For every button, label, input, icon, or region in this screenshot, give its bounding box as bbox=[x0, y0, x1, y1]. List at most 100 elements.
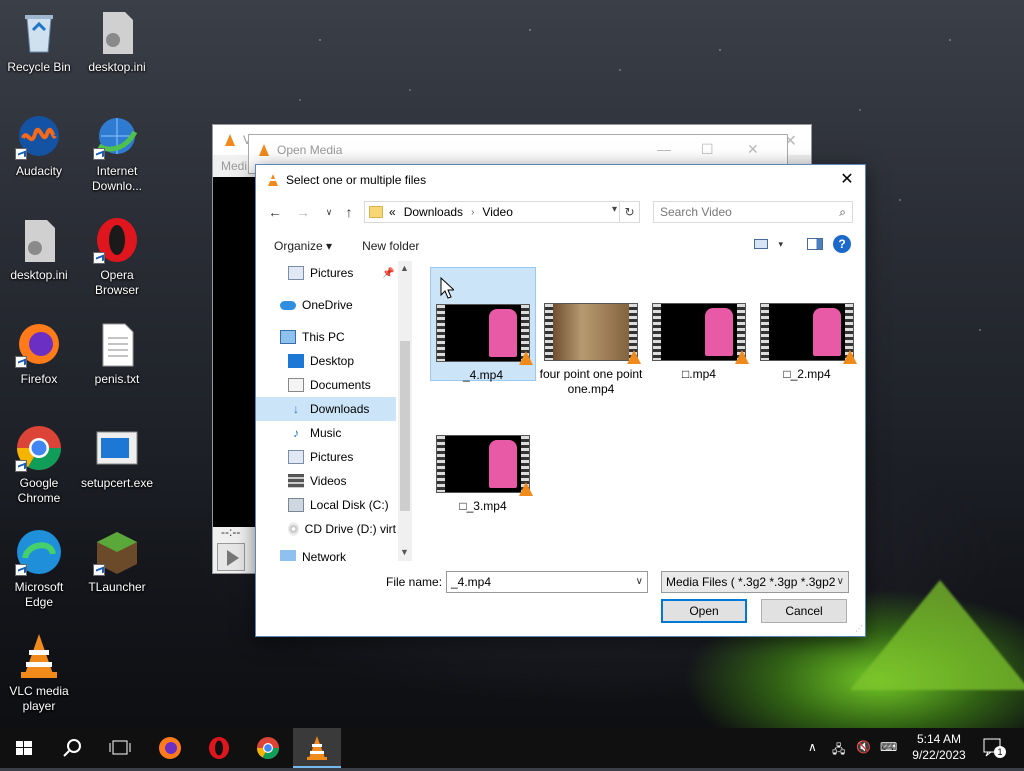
close-icon[interactable]: ✕ bbox=[747, 141, 759, 158]
desktop-icon-desktop-ini[interactable]: desktop.ini bbox=[78, 8, 156, 75]
breadcrumb-video[interactable]: Video bbox=[482, 205, 512, 219]
recent-locations-chevron-icon[interactable]: ∨ bbox=[318, 201, 340, 223]
music-note-icon: ♪ bbox=[293, 426, 299, 440]
desktop-icon-opera-browser[interactable]: Opera Browser bbox=[78, 216, 156, 298]
minimize-icon[interactable]: — bbox=[657, 141, 671, 157]
download-arrow-icon: ↓ bbox=[293, 402, 299, 416]
new-folder-button[interactable]: New folder bbox=[362, 239, 419, 253]
close-icon[interactable]: ✕ bbox=[835, 169, 859, 191]
desktop-icon-tlauncher[interactable]: TLauncher bbox=[78, 528, 156, 595]
video-thumbnail bbox=[436, 435, 533, 496]
address-bar[interactable]: « Downloads › Video ▾ ↻ bbox=[364, 201, 640, 223]
cancel-button[interactable]: Cancel bbox=[761, 599, 847, 623]
breadcrumb-downloads[interactable]: Downloads bbox=[404, 205, 463, 219]
file-item-mp4[interactable]: □.mp4 bbox=[646, 267, 752, 381]
forward-arrow-icon[interactable]: → bbox=[292, 201, 314, 223]
desktop-icon-desktop-ini-2[interactable]: desktop.ini bbox=[0, 216, 78, 283]
navigation-pane: Pictures 📌 OneDrive This PC Desktop Docu… bbox=[256, 261, 412, 561]
taskbar-vlc[interactable] bbox=[293, 728, 341, 768]
nav-item-downloads[interactable]: ↓ Downloads bbox=[256, 397, 396, 421]
nav-item-music[interactable]: ♪ Music bbox=[256, 421, 396, 445]
scroll-down-icon[interactable]: ▼ bbox=[400, 547, 409, 557]
maximize-icon[interactable]: ☐ bbox=[701, 141, 714, 158]
taskbar-opera[interactable] bbox=[195, 728, 243, 768]
nav-item-pictures-quick[interactable]: Pictures 📌 bbox=[256, 261, 396, 285]
address-dropdown-icon[interactable]: ▾ bbox=[612, 204, 617, 215]
settings-file-icon bbox=[93, 8, 141, 56]
chevron-down-icon[interactable]: ∨ bbox=[636, 572, 643, 592]
show-hidden-icons-chevron[interactable]: ∧ bbox=[808, 740, 817, 754]
desktop-icon-vlc-media-player[interactable]: VLC media player bbox=[0, 632, 78, 714]
vlc-cone-icon bbox=[519, 351, 533, 365]
desktop-icon-audacity[interactable]: Audacity bbox=[0, 112, 78, 179]
help-icon[interactable]: ? bbox=[833, 235, 851, 253]
scroll-up-icon[interactable]: ▲ bbox=[400, 263, 409, 273]
open-button[interactable]: Open bbox=[661, 599, 747, 623]
taskbar-chrome[interactable] bbox=[244, 728, 292, 768]
video-thumbnail bbox=[544, 303, 641, 364]
search-button[interactable] bbox=[48, 728, 96, 768]
navigation-pane-scrollbar[interactable]: ▲ ▼ bbox=[398, 261, 412, 561]
dialog-title: Select one or multiple files bbox=[286, 173, 427, 187]
back-arrow-icon[interactable]: ← bbox=[264, 201, 286, 223]
refresh-icon[interactable]: ↻ bbox=[619, 202, 639, 222]
breadcrumb-overflow[interactable]: « bbox=[389, 205, 396, 219]
file-item-four-point-one[interactable]: four point one point one.mp4 bbox=[538, 267, 644, 396]
globe-download-icon bbox=[93, 112, 141, 160]
mouse-cursor-icon bbox=[440, 277, 454, 299]
file-name-input[interactable]: _4.mp4 ∨ bbox=[446, 571, 648, 593]
desktop-icon-firefox[interactable]: Firefox bbox=[0, 320, 78, 387]
view-options-chevron-icon[interactable]: ▾ bbox=[778, 239, 783, 250]
recycle-bin-icon bbox=[15, 8, 63, 56]
nav-item-this-pc[interactable]: This PC bbox=[256, 325, 396, 349]
shortcut-arrow-icon bbox=[93, 252, 105, 264]
scrollbar-thumb[interactable] bbox=[400, 341, 410, 511]
open-media-title: Open Media bbox=[277, 143, 343, 157]
settings-file-icon bbox=[15, 216, 63, 264]
vlc-cone-icon bbox=[627, 350, 641, 364]
file-type-select[interactable]: Media Files ( *.3g2 *.3gp *.3gp2 ∨ bbox=[661, 571, 849, 593]
vlc-cone-icon bbox=[268, 174, 278, 186]
preview-pane-icon[interactable] bbox=[807, 238, 823, 250]
taskbar-firefox[interactable] bbox=[146, 728, 194, 768]
search-input[interactable]: Search Video ⌕ bbox=[653, 201, 853, 223]
file-name: □_3.mp4 bbox=[459, 499, 507, 513]
file-item-2-mp4[interactable]: □_2.mp4 bbox=[754, 267, 860, 381]
organize-menu-button[interactable]: Organize ▾ bbox=[274, 239, 332, 253]
action-center-button[interactable]: 1 bbox=[980, 736, 1008, 760]
network-icon[interactable]: 🖧 bbox=[832, 740, 845, 761]
nav-item-desktop[interactable]: Desktop bbox=[256, 349, 396, 373]
desktop-icon-penis-txt[interactable]: penis.txt bbox=[78, 320, 156, 387]
desktop-icon-microsoft-edge[interactable]: Microsoft Edge bbox=[0, 528, 78, 610]
start-button[interactable] bbox=[0, 728, 48, 768]
nav-item-label: Local Disk (C:) bbox=[310, 498, 389, 512]
desktop-icon-setupcert-exe[interactable]: setupcert.exe bbox=[78, 424, 156, 491]
file-name: □.mp4 bbox=[682, 367, 716, 381]
nav-item-onedrive[interactable]: OneDrive bbox=[256, 293, 396, 317]
nav-item-network[interactable]: Network bbox=[256, 545, 396, 561]
desktop-icon-label: Google Chrome bbox=[17, 476, 61, 505]
up-arrow-icon[interactable]: ↑ bbox=[338, 201, 360, 223]
nav-item-cd-drive[interactable]: CD Drive (D:) virt bbox=[256, 517, 396, 541]
desktop-icon-label: Recycle Bin bbox=[7, 60, 71, 74]
clock-time: 5:14 AM bbox=[916, 732, 962, 746]
desktop-icon-google-chrome[interactable]: Google Chrome bbox=[0, 424, 78, 506]
nav-item-documents[interactable]: Documents bbox=[256, 373, 396, 397]
desktop-icon-label: setupcert.exe bbox=[80, 476, 154, 490]
file-item-3-mp4[interactable]: □_3.mp4 bbox=[430, 399, 536, 513]
breadcrumb-separator-icon[interactable]: › bbox=[471, 207, 474, 218]
chevron-down-icon[interactable]: ∨ bbox=[836, 572, 844, 592]
nav-item-pictures[interactable]: Pictures bbox=[256, 445, 396, 469]
nav-item-videos[interactable]: Videos bbox=[256, 469, 396, 493]
play-button[interactable] bbox=[217, 543, 245, 571]
volume-muted-icon[interactable]: 🔇 bbox=[856, 740, 871, 754]
change-view-icon[interactable] bbox=[754, 239, 769, 249]
keyboard-icon[interactable]: ⌨ bbox=[880, 740, 897, 754]
task-view-button[interactable] bbox=[96, 728, 144, 768]
nav-item-local-disk[interactable]: Local Disk (C:) bbox=[256, 493, 396, 517]
desktop-icon-label: desktop.ini bbox=[88, 60, 146, 74]
resize-grip-icon[interactable]: ⋰ bbox=[855, 624, 863, 633]
desktop-icon-internet-download-manager[interactable]: Internet Downlo... bbox=[78, 112, 156, 194]
desktop-icon-recycle-bin[interactable]: Recycle Bin bbox=[0, 8, 78, 75]
system-clock[interactable]: 5:14 AM 9/22/2023 bbox=[906, 731, 972, 763]
